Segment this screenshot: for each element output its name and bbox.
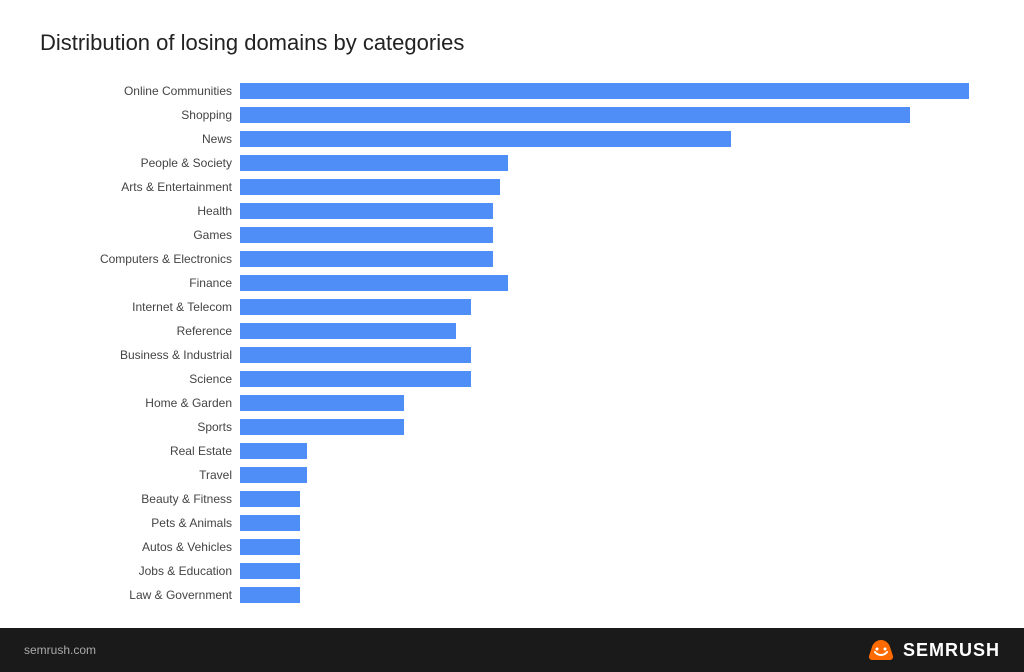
bar-row: Finance — [40, 272, 984, 294]
bar-row: Internet & Telecom — [40, 296, 984, 318]
bar-row: Autos & Vehicles — [40, 536, 984, 558]
bar-track — [240, 323, 984, 339]
bar-fill — [240, 563, 300, 579]
bar-fill — [240, 155, 508, 171]
semrush-logo: SEMRUSH — [867, 638, 1000, 662]
bar-row: Arts & Entertainment — [40, 176, 984, 198]
bar-row: Beauty & Fitness — [40, 488, 984, 510]
bar-label: Real Estate — [40, 444, 240, 458]
bar-track — [240, 587, 984, 603]
bar-track — [240, 491, 984, 507]
bar-label: Health — [40, 204, 240, 218]
footer-url: semrush.com — [24, 643, 96, 657]
chart-title: Distribution of losing domains by catego… — [40, 30, 984, 56]
bar-row: Shopping — [40, 104, 984, 126]
bar-label: Finance — [40, 276, 240, 290]
bar-fill — [240, 347, 471, 363]
bar-fill — [240, 107, 910, 123]
bar-label: News — [40, 132, 240, 146]
bar-label: Online Communities — [40, 84, 240, 98]
bar-track — [240, 203, 984, 219]
bar-label: Autos & Vehicles — [40, 540, 240, 554]
bar-fill — [240, 203, 493, 219]
bar-track — [240, 299, 984, 315]
bar-label: Travel — [40, 468, 240, 482]
bar-label: Internet & Telecom — [40, 300, 240, 314]
bar-row: Health — [40, 200, 984, 222]
bar-track — [240, 251, 984, 267]
bar-fill — [240, 587, 300, 603]
bar-label: Home & Garden — [40, 396, 240, 410]
bar-row: Travel — [40, 464, 984, 486]
bar-track — [240, 467, 984, 483]
bar-label: Law & Government — [40, 588, 240, 602]
bar-label: Science — [40, 372, 240, 386]
bar-fill — [240, 323, 456, 339]
bar-fill — [240, 515, 300, 531]
bar-label: Jobs & Education — [40, 564, 240, 578]
bar-fill — [240, 467, 307, 483]
bar-track — [240, 275, 984, 291]
bar-label: Shopping — [40, 108, 240, 122]
semrush-brand-text: SEMRUSH — [903, 640, 1000, 661]
bar-track — [240, 227, 984, 243]
bar-track — [240, 539, 984, 555]
bar-label: Computers & Electronics — [40, 252, 240, 266]
bar-fill — [240, 83, 969, 99]
chart-container: Distribution of losing domains by catego… — [0, 0, 1024, 628]
bar-fill — [240, 179, 500, 195]
bar-fill — [240, 395, 404, 411]
bar-track — [240, 131, 984, 147]
bar-label: Pets & Animals — [40, 516, 240, 530]
bar-label: Reference — [40, 324, 240, 338]
bar-row: Sports — [40, 416, 984, 438]
bar-track — [240, 155, 984, 171]
bar-row: People & Society — [40, 152, 984, 174]
bar-fill — [240, 491, 300, 507]
bar-row: Science — [40, 368, 984, 390]
footer: semrush.com SEMRUSH — [0, 628, 1024, 672]
bar-row: Home & Garden — [40, 392, 984, 414]
bar-track — [240, 179, 984, 195]
bar-fill — [240, 227, 493, 243]
bar-fill — [240, 539, 300, 555]
bar-track — [240, 371, 984, 387]
bar-fill — [240, 251, 493, 267]
bar-row: Real Estate — [40, 440, 984, 462]
bar-track — [240, 395, 984, 411]
bar-label: Arts & Entertainment — [40, 180, 240, 194]
bar-label: Beauty & Fitness — [40, 492, 240, 506]
chart-area: Online Communities Shopping News People & S… — [40, 80, 984, 608]
bar-track — [240, 347, 984, 363]
bar-row: Business & Industrial — [40, 344, 984, 366]
bar-row: Reference — [40, 320, 984, 342]
bar-track — [240, 419, 984, 435]
bar-row: Law & Government — [40, 584, 984, 606]
bar-label: People & Society — [40, 156, 240, 170]
semrush-icon — [867, 638, 895, 662]
bar-row: Games — [40, 224, 984, 246]
bar-label: Games — [40, 228, 240, 242]
bar-fill — [240, 443, 307, 459]
bar-track — [240, 443, 984, 459]
bar-fill — [240, 131, 731, 147]
bar-row: Pets & Animals — [40, 512, 984, 534]
bar-fill — [240, 371, 471, 387]
bar-track — [240, 515, 984, 531]
bar-row: News — [40, 128, 984, 150]
bar-fill — [240, 419, 404, 435]
bar-row: Jobs & Education — [40, 560, 984, 582]
bar-label: Sports — [40, 420, 240, 434]
bar-label: Business & Industrial — [40, 348, 240, 362]
bar-track — [240, 563, 984, 579]
bar-row: Computers & Electronics — [40, 248, 984, 270]
bar-fill — [240, 275, 508, 291]
bar-track — [240, 83, 984, 99]
bar-fill — [240, 299, 471, 315]
bar-row: Online Communities — [40, 80, 984, 102]
bar-track — [240, 107, 984, 123]
